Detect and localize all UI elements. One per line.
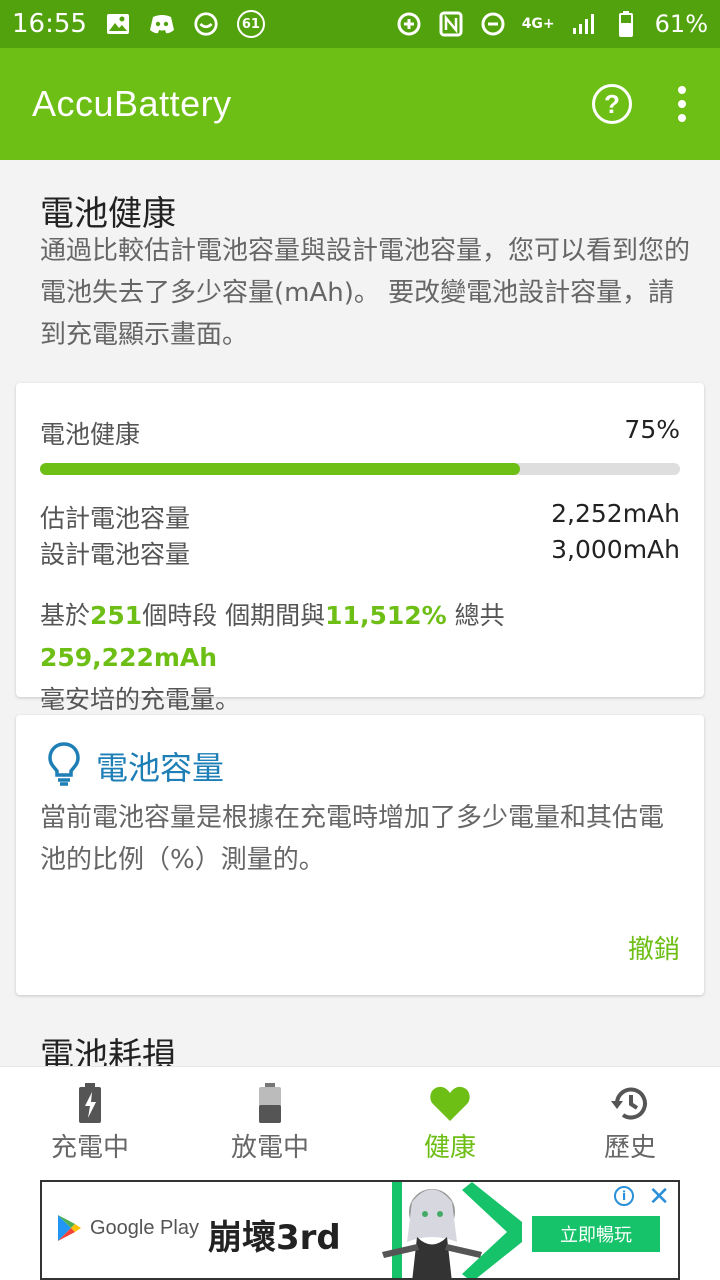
ad-close-icon[interactable]: ✕ bbox=[648, 1182, 670, 1212]
battery-wear-heading: 電池耗損 bbox=[40, 1036, 176, 1066]
battery-percent: 61% bbox=[654, 10, 708, 38]
sessions-suffix: 毫安培的充電量。 bbox=[40, 685, 241, 714]
health-progress-bar bbox=[40, 463, 680, 475]
sessions-summary: 基於251個時段 個期間與11,512% 總共 259,222mAh 毫安培的充電… bbox=[40, 595, 680, 721]
sessions-text-1: 個時段 個期間與 bbox=[142, 601, 326, 630]
health-label: 電池健康 bbox=[40, 420, 141, 449]
design-capacity-row: 設計電池容量 3,000mAh bbox=[40, 535, 680, 571]
chat-bubble-icon bbox=[193, 11, 219, 37]
google-play-logo: Google Play bbox=[56, 1214, 199, 1242]
network-type-label: 4G+ bbox=[521, 16, 555, 32]
battery-health-card: 電池健康 75% 估計電池容量 2,252mAh 設計電池容量 3,000mAh… bbox=[16, 383, 704, 714]
heart-icon bbox=[429, 1083, 471, 1123]
help-button[interactable]: ? bbox=[592, 84, 632, 124]
data-saver-icon bbox=[396, 11, 422, 37]
nfc-icon bbox=[438, 11, 464, 37]
health-percent: 75% bbox=[624, 415, 680, 444]
tip-description: 當前電池容量是根據在充電時增加了多少電量和其估電池的比例（%）測量的。 bbox=[40, 803, 665, 875]
sessions-percent: 11,512% bbox=[325, 601, 447, 630]
estimated-capacity-label: 估計電池容量 bbox=[40, 504, 191, 533]
sessions-text-2: 總共 bbox=[446, 601, 505, 630]
nav-health-label: 健康 bbox=[423, 1133, 476, 1163]
google-play-icon bbox=[58, 1215, 81, 1241]
discord-icon bbox=[149, 11, 175, 37]
tip-title: 電池容量 bbox=[96, 749, 225, 787]
estimated-capacity-value: 2,252mAh bbox=[551, 499, 680, 528]
nav-health[interactable]: 健康 bbox=[360, 1067, 540, 1180]
ad-game-title: 崩壞3rd bbox=[208, 1218, 341, 1258]
design-capacity-label: 設計電池容量 bbox=[40, 540, 191, 569]
battery-discharging-icon bbox=[258, 1083, 282, 1123]
history-icon bbox=[609, 1083, 651, 1123]
nav-charging-label: 充電中 bbox=[50, 1133, 129, 1163]
estimated-capacity-row: 估計電池容量 2,252mAh bbox=[40, 499, 680, 535]
status-bar: 16:55 61 4G+ 61% bbox=[0, 0, 720, 48]
nav-history-label: 歷史 bbox=[603, 1133, 656, 1163]
battery-health-heading: 電池健康 bbox=[40, 194, 176, 234]
app-title: AccuBattery bbox=[32, 83, 232, 124]
health-row: 電池健康 75% bbox=[40, 415, 680, 451]
main-content[interactable]: 電池健康 通過比較估計電池容量與設計電池容量，您可以看到您的電池失去了多少容量(… bbox=[0, 160, 720, 1066]
ad-character-art bbox=[382, 1182, 522, 1278]
bottom-navigation: 充電中 放電中 健康 歷史 bbox=[0, 1066, 720, 1180]
lightbulb-icon bbox=[48, 742, 80, 786]
app-bar: AccuBattery ? bbox=[0, 48, 720, 160]
more-options-icon[interactable] bbox=[676, 86, 688, 122]
do-not-disturb-icon bbox=[480, 11, 506, 37]
sessions-total: 259,222mAh bbox=[40, 643, 218, 672]
design-capacity-value: 3,000mAh bbox=[551, 535, 680, 564]
ad-info-icon[interactable]: i bbox=[614, 1186, 634, 1206]
sessions-count: 251 bbox=[90, 601, 143, 630]
tip-dismiss-button[interactable]: 撤銷 bbox=[628, 929, 680, 966]
ad-cta-button[interactable]: 立即暢玩 bbox=[532, 1216, 660, 1252]
ad-banner[interactable]: Google Play 崩壞3rd i ✕ 立即暢玩 bbox=[40, 1180, 680, 1280]
health-progress-fill bbox=[40, 463, 520, 475]
nav-charging[interactable]: 充電中 bbox=[0, 1067, 180, 1180]
signal-icon bbox=[571, 11, 597, 37]
battery-health-description: 通過比較估計電池容量與設計電池容量，您可以看到您的電池失去了多少容量(mAh)。… bbox=[40, 236, 691, 350]
nav-discharging[interactable]: 放電中 bbox=[180, 1067, 360, 1180]
battery-charging-icon bbox=[78, 1083, 102, 1123]
sessions-prefix: 基於 bbox=[40, 601, 91, 630]
google-play-label: Google Play bbox=[90, 1216, 199, 1239]
battery-capacity-tip-card: 電池容量 當前電池容量是根據在充電時增加了多少電量和其估電池的比例（%）測量的。… bbox=[16, 715, 704, 995]
status-time: 16:55 bbox=[12, 9, 87, 39]
notification-count-badge: 61 bbox=[236, 10, 265, 38]
battery-icon bbox=[613, 11, 639, 37]
gallery-icon bbox=[105, 11, 131, 37]
nav-discharging-label: 放電中 bbox=[230, 1133, 309, 1163]
ad-banner-area: Google Play 崩壞3rd i ✕ 立即暢玩 bbox=[0, 1180, 720, 1280]
nav-history[interactable]: 歷史 bbox=[540, 1067, 720, 1180]
